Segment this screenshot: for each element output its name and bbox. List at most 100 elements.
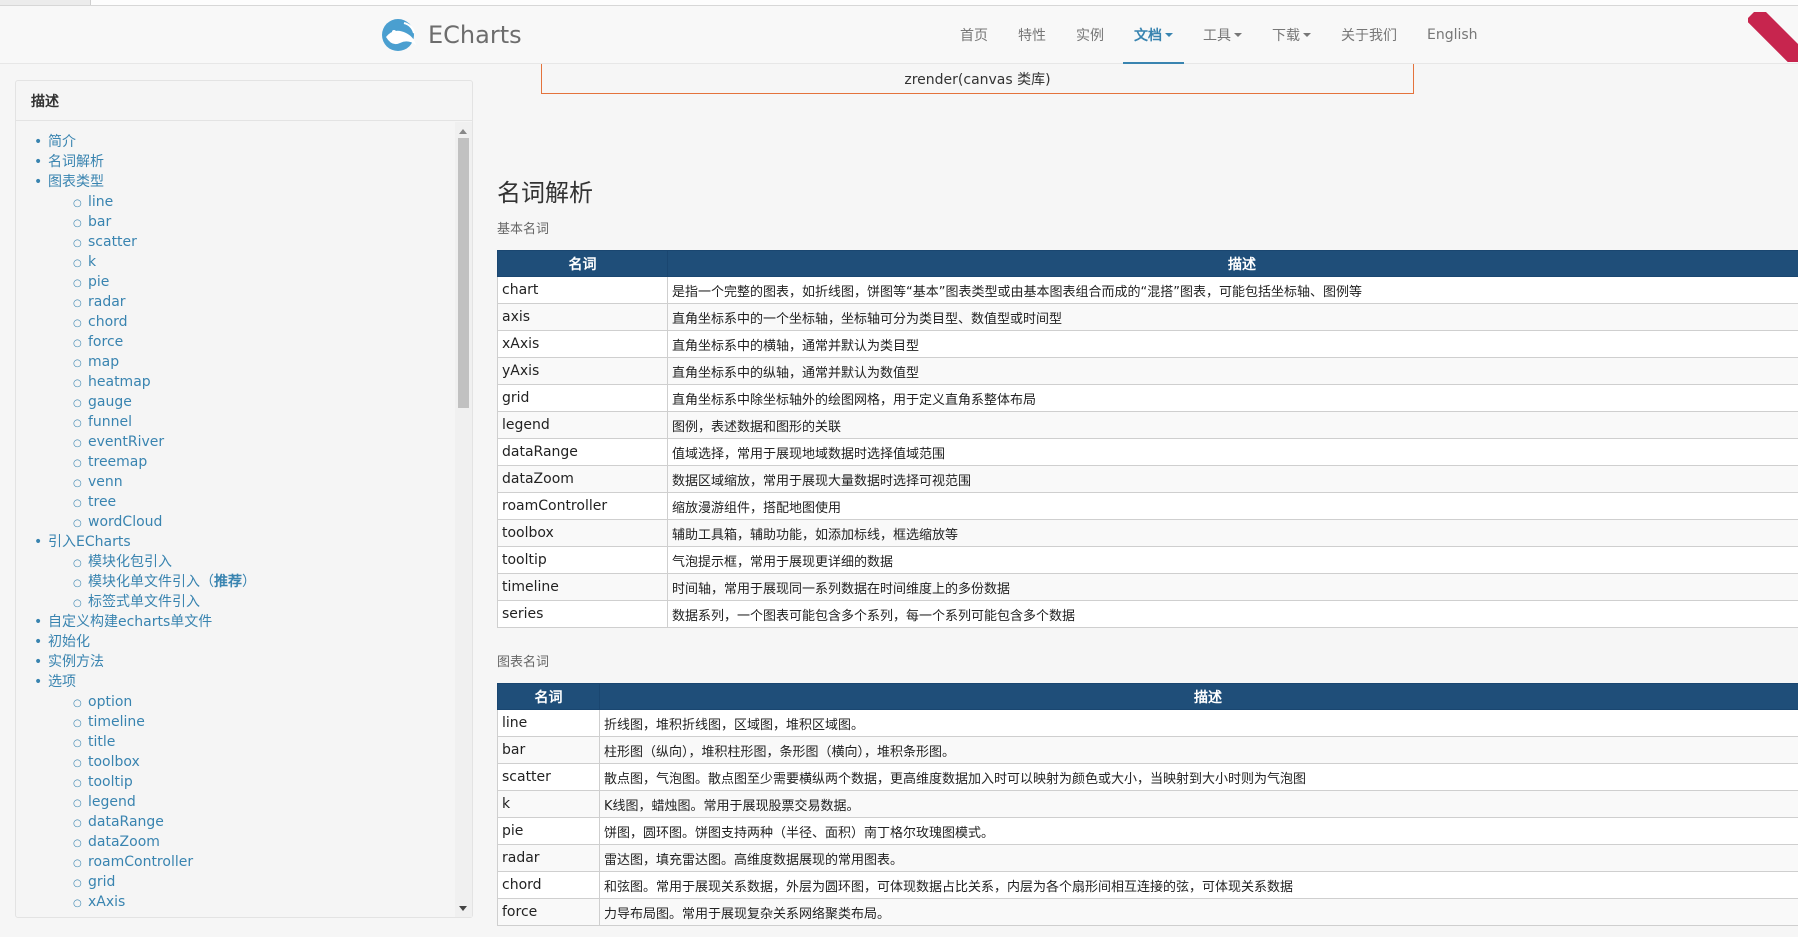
- toc-item-label: 实例方法: [48, 654, 104, 670]
- toc-item-label: funnel: [88, 414, 133, 430]
- toc-item[interactable]: wordCloud: [50, 512, 256, 532]
- toc-item[interactable]: 简介: [48, 132, 256, 152]
- nav-item[interactable]: 首页: [945, 6, 1003, 64]
- description-cell: 时间轴，常用于展现同一系列数据在时间维度上的多份数据: [667, 573, 1798, 601]
- toc-item[interactable]: timeline: [50, 712, 256, 732]
- toc-item[interactable]: scatter: [50, 232, 256, 252]
- main-nav: 首页 特性 实例 文档 工具 下载 关于我们 English: [945, 6, 1493, 65]
- toc-item[interactable]: radar: [50, 292, 256, 312]
- toc-item[interactable]: 自定义构建echarts单文件: [48, 612, 256, 632]
- toc-item-suffix: ）: [242, 574, 256, 590]
- table-row: force 力导布局图。常用于展现复杂关系网络聚类布局。: [497, 898, 1798, 926]
- table-row: chord 和弦图。常用于展现关系数据，外层为圆环图，可体现数据占比关系，内层为各…: [497, 871, 1798, 899]
- toc-item[interactable]: tree: [50, 492, 256, 512]
- description-cell: 雷达图，填充雷达图。高维度数据展现的常用图表。: [599, 844, 1798, 872]
- description-cell: 直角坐标系中除坐标轴外的绘图网格，用于定义直角系整体布局: [667, 384, 1798, 412]
- table-header-row: 名词 描述: [497, 250, 1798, 277]
- toc-item[interactable]: 引入ECharts: [48, 532, 256, 552]
- toc-item-label: 模块化单文件引入（: [88, 574, 214, 590]
- description-cell: 力导布局图。常用于展现复杂关系网络聚类布局。: [599, 898, 1798, 926]
- table-row: grid 直角坐标系中除坐标轴外的绘图网格，用于定义直角系整体布局: [497, 384, 1798, 412]
- term-cell: xAxis: [497, 330, 668, 358]
- toc-item-label: wordCloud: [88, 514, 163, 530]
- toc-item[interactable]: treemap: [50, 452, 256, 472]
- toc-item[interactable]: title: [50, 732, 256, 752]
- toc-item[interactable]: k: [50, 252, 256, 272]
- scroll-thumb[interactable]: [458, 138, 469, 408]
- nav-item[interactable]: 关于我们: [1326, 6, 1412, 64]
- toc-item[interactable]: dataZoom: [50, 832, 256, 852]
- term-cell: chart: [497, 276, 668, 304]
- description-cell: K线图，蜡烛图。常用于展现股票交易数据。: [599, 790, 1798, 818]
- toc-item-label: k: [88, 254, 97, 270]
- toc-item[interactable]: pie: [50, 272, 256, 292]
- toc-item[interactable]: 标签式单文件引入: [50, 592, 256, 612]
- toc-item[interactable]: 名词解析: [48, 152, 256, 172]
- toc-item[interactable]: 初始化: [48, 632, 256, 652]
- corner-ribbon[interactable]: [1748, 12, 1798, 62]
- toc-item-label: title: [88, 734, 116, 750]
- toc-item[interactable]: gauge: [50, 392, 256, 412]
- toc-item-label: eventRiver: [88, 434, 165, 450]
- description-cell: 图例，表述数据和图形的关联: [667, 411, 1798, 439]
- term-cell: bar: [497, 736, 600, 764]
- toc-item[interactable]: xAxis: [50, 892, 256, 912]
- toc-item[interactable]: map: [50, 352, 256, 372]
- column-header: 描述: [667, 250, 1798, 277]
- table-row: series 数据系列，一个图表可能包含多个系列，每一个系列可能包含多个数据: [497, 600, 1798, 628]
- nav-item-label: 特性: [1018, 28, 1046, 44]
- toc-item-label: 引入ECharts: [48, 534, 131, 550]
- chart-terms-table: 名词 描述 line 折线图，堆积折线图，区域图，堆积区域图。 bar 柱形图（纵向）…: [497, 683, 1798, 926]
- toc-list: 简介名词解析图表类型 line bar scatter k pie radar chord fo…: [48, 132, 256, 912]
- toc-item[interactable]: heatmap: [50, 372, 256, 392]
- toc-item[interactable]: tooltip: [50, 772, 256, 792]
- toc-item[interactable]: force: [50, 332, 256, 352]
- caret-down-icon: [1165, 33, 1173, 37]
- toc-item[interactable]: chord: [50, 312, 256, 332]
- toc-item[interactable]: eventRiver: [50, 432, 256, 452]
- description-cell: 气泡提示框，常用于展现更详细的数据: [667, 546, 1798, 574]
- toc-item[interactable]: 选项: [48, 672, 256, 692]
- caret-down-icon: [1234, 33, 1242, 37]
- zrender-box: zrender(canvas 类库): [541, 64, 1414, 94]
- nav-item[interactable]: 下载: [1257, 6, 1326, 64]
- toc-item-label: bar: [88, 214, 112, 230]
- toc-item[interactable]: funnel: [50, 412, 256, 432]
- toc-item-label: xAxis: [88, 894, 126, 910]
- column-header: 名词: [497, 683, 600, 710]
- nav-item[interactable]: English: [1412, 6, 1493, 64]
- toc-item[interactable]: toolbox: [50, 752, 256, 772]
- table-row: dataZoom 数据区域缩放，常用于展现大量数据时选择可视范围: [497, 465, 1798, 493]
- table-row: scatter 散点图，气泡图。散点图至少需要横纵两个数据，更高维度数据加入时可以…: [497, 763, 1798, 791]
- toc-item[interactable]: 实例方法: [48, 652, 256, 672]
- description-cell: 缩放漫游组件，搭配地图使用: [667, 492, 1798, 520]
- brand[interactable]: ECharts: [380, 16, 522, 54]
- toc-item[interactable]: 模块化包引入: [50, 552, 256, 572]
- toc-item[interactable]: grid: [50, 872, 256, 892]
- scroll-up-arrow-icon[interactable]: [459, 129, 467, 134]
- sidebar-title: 描述: [16, 81, 472, 121]
- toc-item[interactable]: option: [50, 692, 256, 712]
- toc-item-label: 选项: [48, 674, 76, 690]
- toc-item-label: gauge: [88, 394, 132, 410]
- toc-item[interactable]: legend: [50, 792, 256, 812]
- toc-item[interactable]: venn: [50, 472, 256, 492]
- toc-item[interactable]: roamController: [50, 852, 256, 872]
- nav-item[interactable]: 工具: [1188, 6, 1257, 64]
- nav-item-label: 关于我们: [1341, 28, 1397, 44]
- toc-item-label: grid: [88, 874, 116, 890]
- toc-item[interactable]: 图表类型: [48, 172, 256, 192]
- nav-item[interactable]: 实例: [1061, 6, 1119, 64]
- toc-item-emphasis: 推荐: [214, 574, 242, 590]
- chart-terms-label: 图表名词: [497, 655, 550, 670]
- sidebar-scrollbar[interactable]: [455, 122, 472, 917]
- toc-item[interactable]: bar: [50, 212, 256, 232]
- term-cell: toolbox: [497, 519, 668, 547]
- toc-item[interactable]: line: [50, 192, 256, 212]
- nav-item[interactable]: 文档: [1119, 6, 1188, 65]
- toc-item[interactable]: 模块化单文件引入（推荐）: [50, 572, 256, 592]
- toc-item-label: toolbox: [88, 754, 140, 770]
- toc-item[interactable]: dataRange: [50, 812, 256, 832]
- scroll-down-arrow-icon[interactable]: [459, 906, 467, 911]
- nav-item[interactable]: 特性: [1003, 6, 1061, 64]
